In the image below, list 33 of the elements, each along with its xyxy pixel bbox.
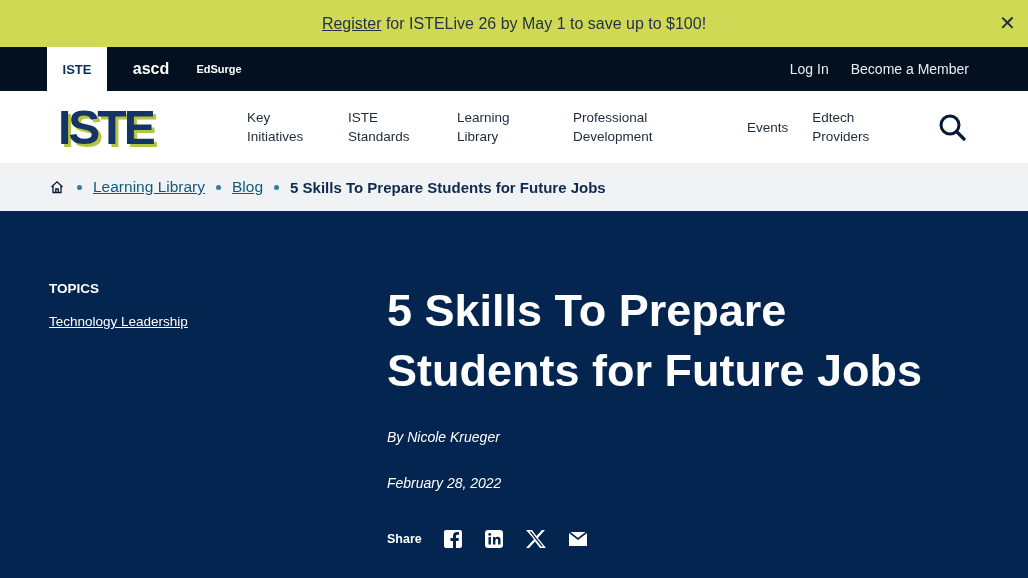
- facebook-icon[interactable]: [442, 529, 463, 549]
- nav-link[interactable]: ISTE Standards: [348, 108, 423, 146]
- topics-heading: TOPICS: [49, 281, 99, 296]
- article-title: 5 Skills To Prepare Students for Future Jobs: [387, 284, 923, 398]
- search-icon[interactable]: [938, 113, 966, 141]
- share-label: Share: [387, 532, 422, 546]
- brand-tab[interactable]: EdSurge: [189, 47, 249, 91]
- home-icon[interactable]: [50, 180, 64, 194]
- x-icon[interactable]: [524, 529, 547, 549]
- account-link[interactable]: Log In: [789, 61, 829, 77]
- logo[interactable]: ISTE: [58, 99, 247, 155]
- article-author: By Nicole Krueger: [387, 429, 502, 445]
- account-link[interactable]: Become a Member: [850, 61, 969, 77]
- announcement-text: Register for ISTELive 26 by May 1 to save up to $100!: [321, 14, 707, 33]
- article-date: February 28, 2022: [387, 475, 503, 491]
- breadcrumb-current: 5 Skills To Prepare Students for Future Jobs: [290, 178, 606, 196]
- nav-link[interactable]: Learning Library: [457, 108, 527, 146]
- email-icon[interactable]: [567, 531, 588, 547]
- breadcrumb-link[interactable]: Blog: [232, 178, 264, 196]
- topic-link[interactable]: Technology Leadership: [49, 314, 188, 329]
- brand-tab[interactable]: ascd: [123, 47, 179, 91]
- register-link[interactable]: Register: [321, 14, 382, 32]
- nav-link[interactable]: Key Initiatives: [247, 108, 317, 146]
- separator-dot: [77, 184, 82, 190]
- close-button[interactable]: ✕: [997, 12, 1018, 34]
- separator-dot: [274, 184, 280, 190]
- separator-dot: [216, 184, 221, 190]
- linkedin-icon[interactable]: [483, 529, 504, 549]
- nav-link[interactable]: Edtech Providers: [812, 108, 893, 146]
- nav-link[interactable]: Events: [747, 117, 789, 137]
- brand-tab[interactable]: ISTE: [47, 47, 107, 91]
- nav-link[interactable]: Professional Development: [573, 108, 683, 146]
- breadcrumb-link[interactable]: Learning Library: [93, 178, 205, 196]
